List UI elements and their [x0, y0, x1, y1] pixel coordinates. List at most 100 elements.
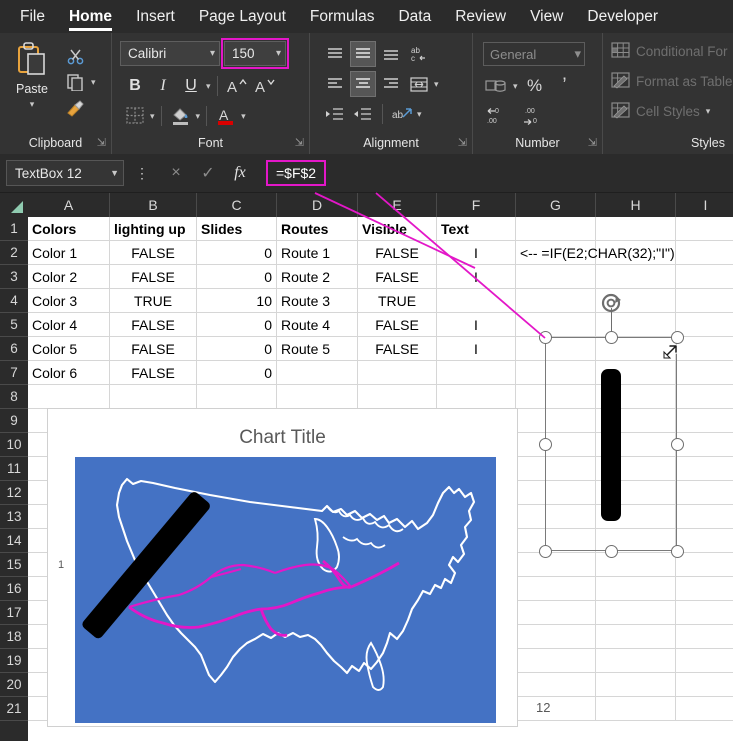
insert-function-button[interactable]: fx — [224, 160, 256, 186]
cell-G15[interactable] — [516, 553, 596, 577]
cell-D8[interactable] — [277, 385, 358, 409]
cell-I17[interactable] — [676, 601, 733, 625]
row-header-11[interactable]: 11 — [0, 457, 28, 481]
column-header-f[interactable]: F — [437, 193, 516, 217]
cell-F3[interactable]: I — [437, 265, 516, 289]
copy-chevron-down-icon[interactable]: ▾ — [91, 77, 96, 88]
align-center-button[interactable] — [350, 71, 376, 97]
resize-handle-bottom-left[interactable] — [539, 545, 552, 558]
accounting-chevron-down-icon[interactable]: ▾ — [513, 81, 518, 92]
cell-E3[interactable]: FALSE — [358, 265, 437, 289]
fill-color-button[interactable] — [168, 103, 194, 129]
format-as-table-button[interactable]: Format as Table — [611, 71, 733, 92]
row-header-18[interactable]: 18 — [0, 625, 28, 649]
decrease-indent-button[interactable] — [322, 101, 348, 127]
cell-A8[interactable] — [28, 385, 110, 409]
cell-D7[interactable] — [277, 361, 358, 385]
cell-G17[interactable] — [516, 601, 596, 625]
cell-I3[interactable] — [676, 265, 733, 289]
chart-title[interactable]: Chart Title — [48, 427, 517, 449]
cell-styles-chevron-down-icon[interactable]: ▾ — [706, 106, 711, 117]
borders-button[interactable] — [122, 103, 148, 129]
cell-I4[interactable] — [676, 289, 733, 313]
enter-formula-button[interactable]: ✓ — [192, 160, 224, 186]
conditional-formatting-button[interactable]: Conditional For — [611, 41, 728, 62]
cell-B8[interactable] — [110, 385, 197, 409]
cell-D3[interactable]: Route 2 — [277, 265, 358, 289]
underline-chevron-down-icon[interactable]: ▾ — [206, 81, 211, 92]
ribbon-tab-page-layout[interactable]: Page Layout — [187, 8, 298, 33]
alignment-dialog-launcher[interactable]: ⇲ — [458, 136, 467, 149]
ribbon-tab-insert[interactable]: Insert — [124, 8, 187, 33]
format-painter-button[interactable] — [62, 95, 96, 121]
resize-handle-bottom-center[interactable] — [605, 545, 618, 558]
ribbon-tab-data[interactable]: Data — [386, 8, 443, 33]
cell-I2[interactable] — [676, 241, 733, 265]
italic-button[interactable]: I — [150, 73, 176, 99]
cell-A5[interactable]: Color 4 — [28, 313, 110, 337]
cell-G2[interactable]: <-- =IF(E2;CHAR(32);"I") — [516, 241, 596, 265]
merge-cells-button[interactable] — [406, 71, 432, 97]
cell-A6[interactable]: Color 5 — [28, 337, 110, 361]
cell-E8[interactable] — [358, 385, 437, 409]
resize-handle-middle-left[interactable] — [539, 438, 552, 451]
cell-I8[interactable] — [676, 385, 733, 409]
number-format-input[interactable]: General ▾ — [483, 42, 585, 66]
paste-button[interactable]: Paste ▾ — [8, 41, 56, 110]
borders-chevron-down-icon[interactable]: ▾ — [150, 111, 155, 122]
cell-D6[interactable]: Route 5 — [277, 337, 358, 361]
cell-I18[interactable] — [676, 625, 733, 649]
cell-I12[interactable] — [676, 481, 733, 505]
ribbon-tab-developer[interactable]: Developer — [575, 8, 670, 33]
copy-button[interactable]: ▾ — [62, 69, 96, 95]
cell-I9[interactable] — [676, 409, 733, 433]
cell-B5[interactable]: FALSE — [110, 313, 197, 337]
cell-I19[interactable] — [676, 649, 733, 673]
clipboard-dialog-launcher[interactable]: ⇲ — [97, 136, 106, 149]
font-color-chevron-down-icon[interactable]: ▾ — [241, 111, 246, 122]
cell-I10[interactable] — [676, 433, 733, 457]
increase-indent-button[interactable] — [350, 101, 376, 127]
row-header-9[interactable]: 9 — [0, 409, 28, 433]
cell-H3[interactable] — [596, 265, 676, 289]
font-dialog-launcher[interactable]: ⇲ — [295, 136, 304, 149]
cell-I7[interactable] — [676, 361, 733, 385]
cell-H16[interactable] — [596, 577, 676, 601]
select-all-corner[interactable] — [0, 193, 28, 217]
cell-B3[interactable]: FALSE — [110, 265, 197, 289]
cell-H1[interactable] — [596, 217, 676, 241]
row-header-5[interactable]: 5 — [0, 313, 28, 337]
row-header-16[interactable]: 16 — [0, 577, 28, 601]
cell-B4[interactable]: TRUE — [110, 289, 197, 313]
align-bottom-button[interactable] — [378, 41, 404, 67]
row-header-3[interactable]: 3 — [0, 265, 28, 289]
cell-F1[interactable]: Text — [437, 217, 516, 241]
row-header-17[interactable]: 17 — [0, 601, 28, 625]
cell-H18[interactable] — [596, 625, 676, 649]
cell-C4[interactable]: 10 — [197, 289, 277, 313]
row-header-1[interactable]: 1 — [0, 217, 28, 241]
cell-D1[interactable]: Routes — [277, 217, 358, 241]
ribbon-tab-formulas[interactable]: Formulas — [298, 8, 387, 33]
fill-color-chevron-down-icon[interactable]: ▾ — [196, 111, 201, 122]
cell-F4[interactable] — [437, 289, 516, 313]
cell-styles-button[interactable]: Cell Styles ▾ — [611, 101, 710, 122]
cell-F6[interactable]: I — [437, 337, 516, 361]
chart-object[interactable]: Chart Title 1 — [47, 408, 518, 727]
column-header-i[interactable]: I — [676, 193, 733, 217]
row-header-7[interactable]: 7 — [0, 361, 28, 385]
font-size-chevron-down-icon[interactable]: ▾ — [276, 48, 281, 59]
column-header-c[interactable]: C — [197, 193, 277, 217]
cell-D4[interactable]: Route 3 — [277, 289, 358, 313]
cell-E7[interactable] — [358, 361, 437, 385]
formula-bar-more-icon[interactable]: ⋮ — [130, 165, 154, 182]
percent-style-button[interactable]: % — [522, 73, 548, 99]
cut-button[interactable] — [62, 43, 96, 69]
row-header-21[interactable]: 21 — [0, 697, 28, 721]
cell-I21[interactable] — [676, 697, 733, 721]
column-header-e[interactable]: E — [358, 193, 437, 217]
cell-I11[interactable] — [676, 457, 733, 481]
cell-H21[interactable] — [596, 697, 676, 721]
row-header-12[interactable]: 12 — [0, 481, 28, 505]
cell-H20[interactable] — [596, 673, 676, 697]
